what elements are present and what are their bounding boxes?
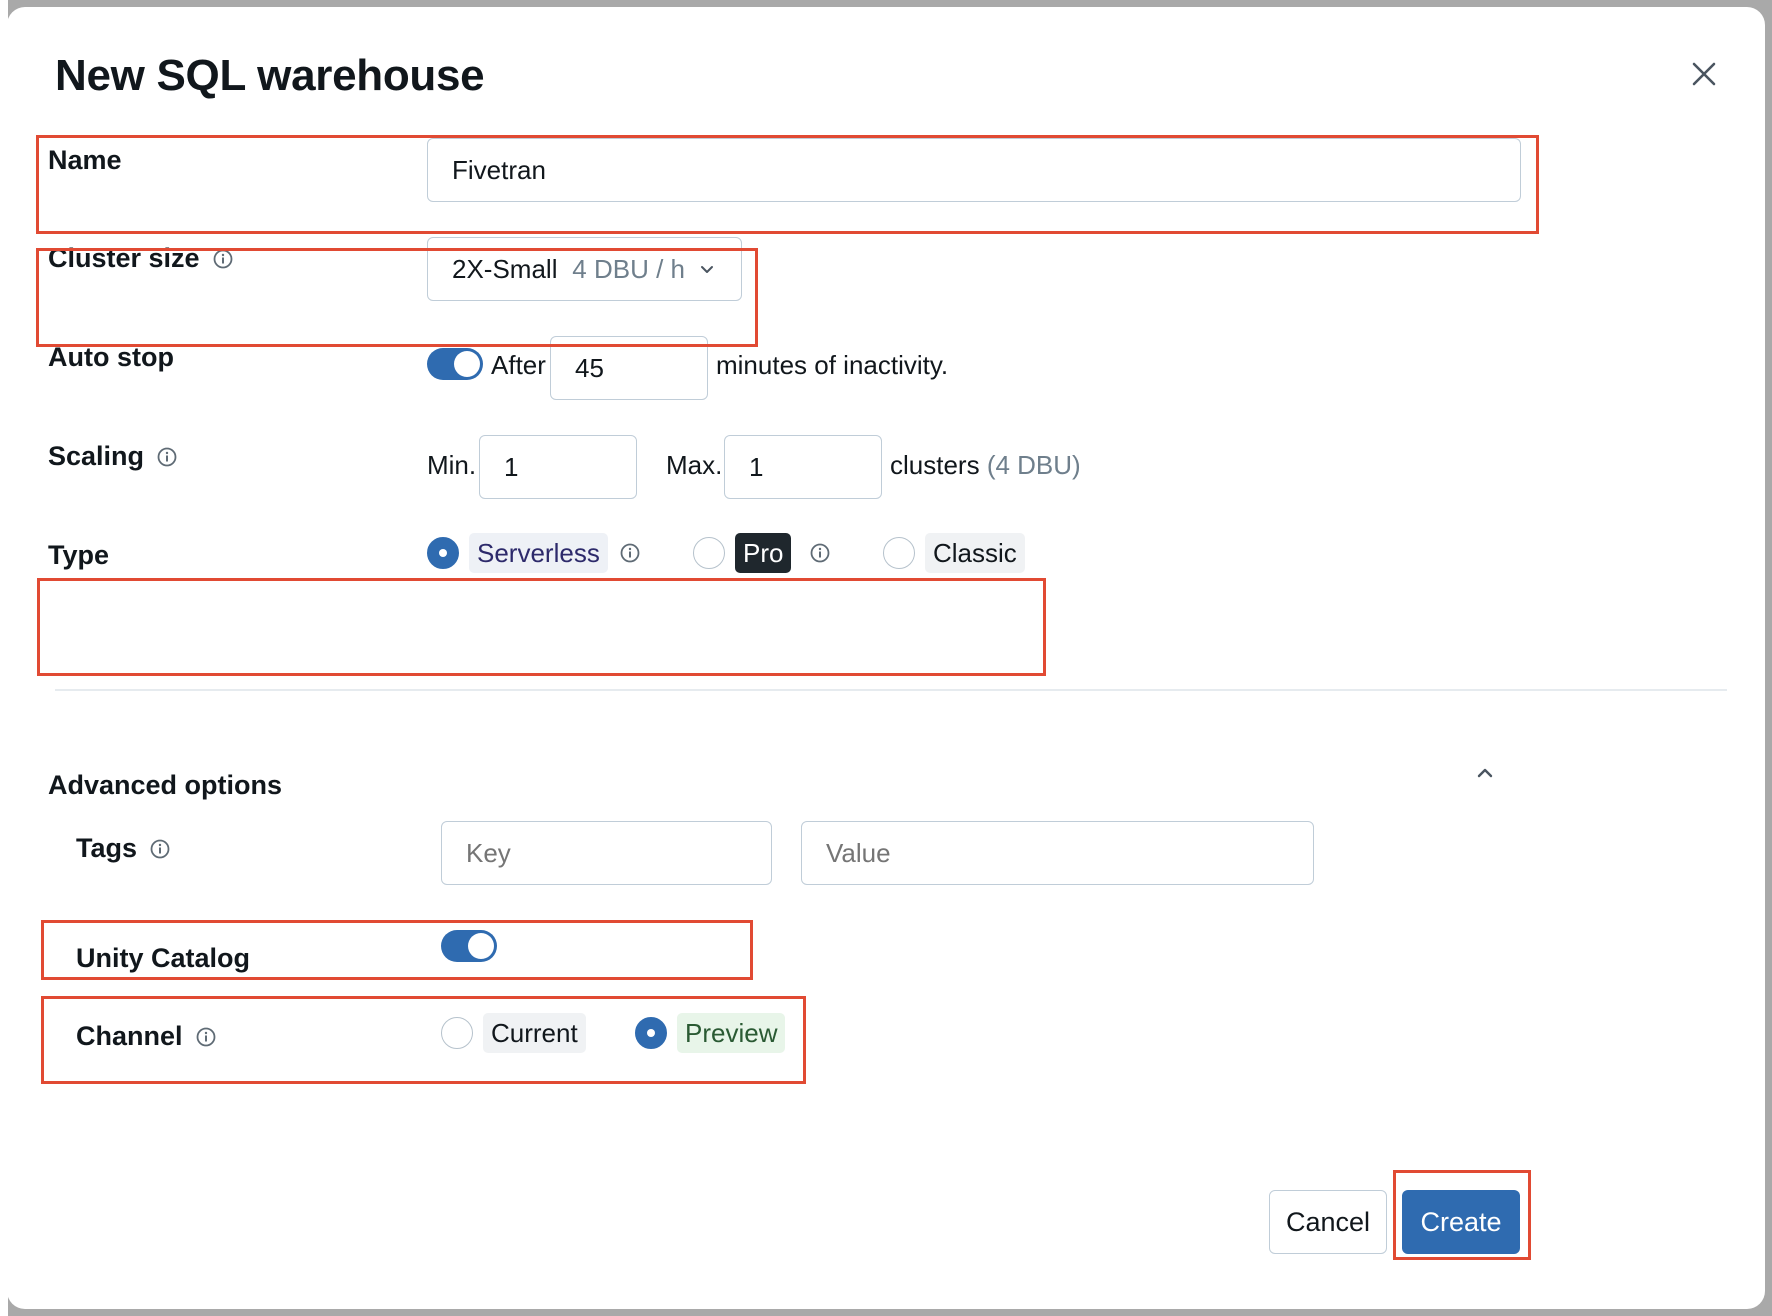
name-label: Name (48, 145, 122, 176)
channel-current-radio[interactable] (441, 1017, 473, 1049)
type-pro-label[interactable]: Pro (735, 533, 792, 573)
channel-preview-radio[interactable] (635, 1017, 667, 1049)
info-icon[interactable] (619, 542, 641, 564)
scaling-max-input[interactable] (724, 435, 882, 499)
cluster-size-label-text: Cluster size (48, 243, 200, 273)
advanced-options-header[interactable]: Advanced options (48, 770, 282, 801)
scaling-min-label: Min. (427, 450, 477, 480)
info-icon[interactable] (809, 542, 831, 564)
unity-catalog-label-text: Unity Catalog (76, 943, 251, 973)
tag-value-input[interactable] (801, 821, 1314, 885)
divider (55, 689, 1727, 691)
auto-stop-minutes-input[interactable] (550, 336, 708, 400)
type-label-text: Type (48, 540, 110, 570)
scaling-label: Scaling (48, 441, 178, 472)
name-label-text: Name (48, 145, 122, 175)
type-classic-radio[interactable] (883, 537, 915, 569)
dialog-title: New SQL warehouse (55, 51, 485, 100)
unity-catalog-label: Unity Catalog (76, 943, 250, 974)
close-button[interactable] (1687, 57, 1721, 91)
type-pro-radio[interactable] (693, 537, 725, 569)
channel-label: Channel (76, 1021, 217, 1052)
scaling-dbu: (4 DBU) (986, 450, 1081, 480)
scaling-min-input[interactable] (479, 435, 637, 499)
advanced-options-label: Advanced options (48, 770, 283, 800)
cancel-button[interactable]: Cancel (1269, 1190, 1387, 1254)
scaling-label-text: Scaling (48, 441, 145, 471)
channel-label-text: Channel (76, 1021, 183, 1051)
type-classic-label[interactable]: Classic (925, 533, 1025, 573)
auto-stop-prefix: After (491, 350, 546, 380)
auto-stop-toggle[interactable] (427, 348, 483, 380)
channel-current-label[interactable]: Current (483, 1013, 586, 1053)
info-icon[interactable] (156, 446, 178, 468)
scaling-suffix: clusters (4 DBU) (890, 450, 1081, 481)
highlight-type (37, 578, 1046, 676)
name-input[interactable] (427, 138, 1521, 202)
auto-stop-label-text: Auto stop (48, 342, 174, 372)
type-serverless-label[interactable]: Serverless (469, 533, 608, 573)
info-icon[interactable] (195, 1026, 217, 1048)
cluster-size-value: 2X-Small (452, 253, 558, 284)
tags-label: Tags (76, 833, 171, 864)
type-serverless-radio[interactable] (427, 537, 459, 569)
type-label: Type (48, 540, 109, 571)
create-button[interactable]: Create (1402, 1190, 1520, 1254)
new-warehouse-dialog: New SQL warehouse Name Cluster size 2X-S… (7, 7, 1765, 1309)
scaling-max-label: Max. (666, 450, 723, 480)
cluster-size-label: Cluster size (48, 243, 234, 274)
unity-catalog-toggle[interactable] (441, 930, 497, 962)
scaling-suffix-text: clusters (890, 450, 980, 480)
info-icon[interactable] (149, 838, 171, 860)
auto-stop-suffix: minutes of inactivity. (716, 350, 949, 380)
channel-preview-label[interactable]: Preview (677, 1013, 786, 1053)
auto-stop-label: Auto stop (48, 342, 174, 373)
chevron-down-icon (697, 259, 717, 279)
tags-label-text: Tags (76, 833, 138, 863)
tag-key-input[interactable] (441, 821, 772, 885)
cluster-size-rate: 4 DBU / h (572, 253, 685, 284)
chevron-up-icon[interactable] (1473, 761, 1497, 785)
close-icon (1692, 62, 1716, 86)
info-icon[interactable] (212, 248, 234, 270)
cluster-size-select[interactable]: 2X-Small 4 DBU / h (427, 237, 742, 301)
